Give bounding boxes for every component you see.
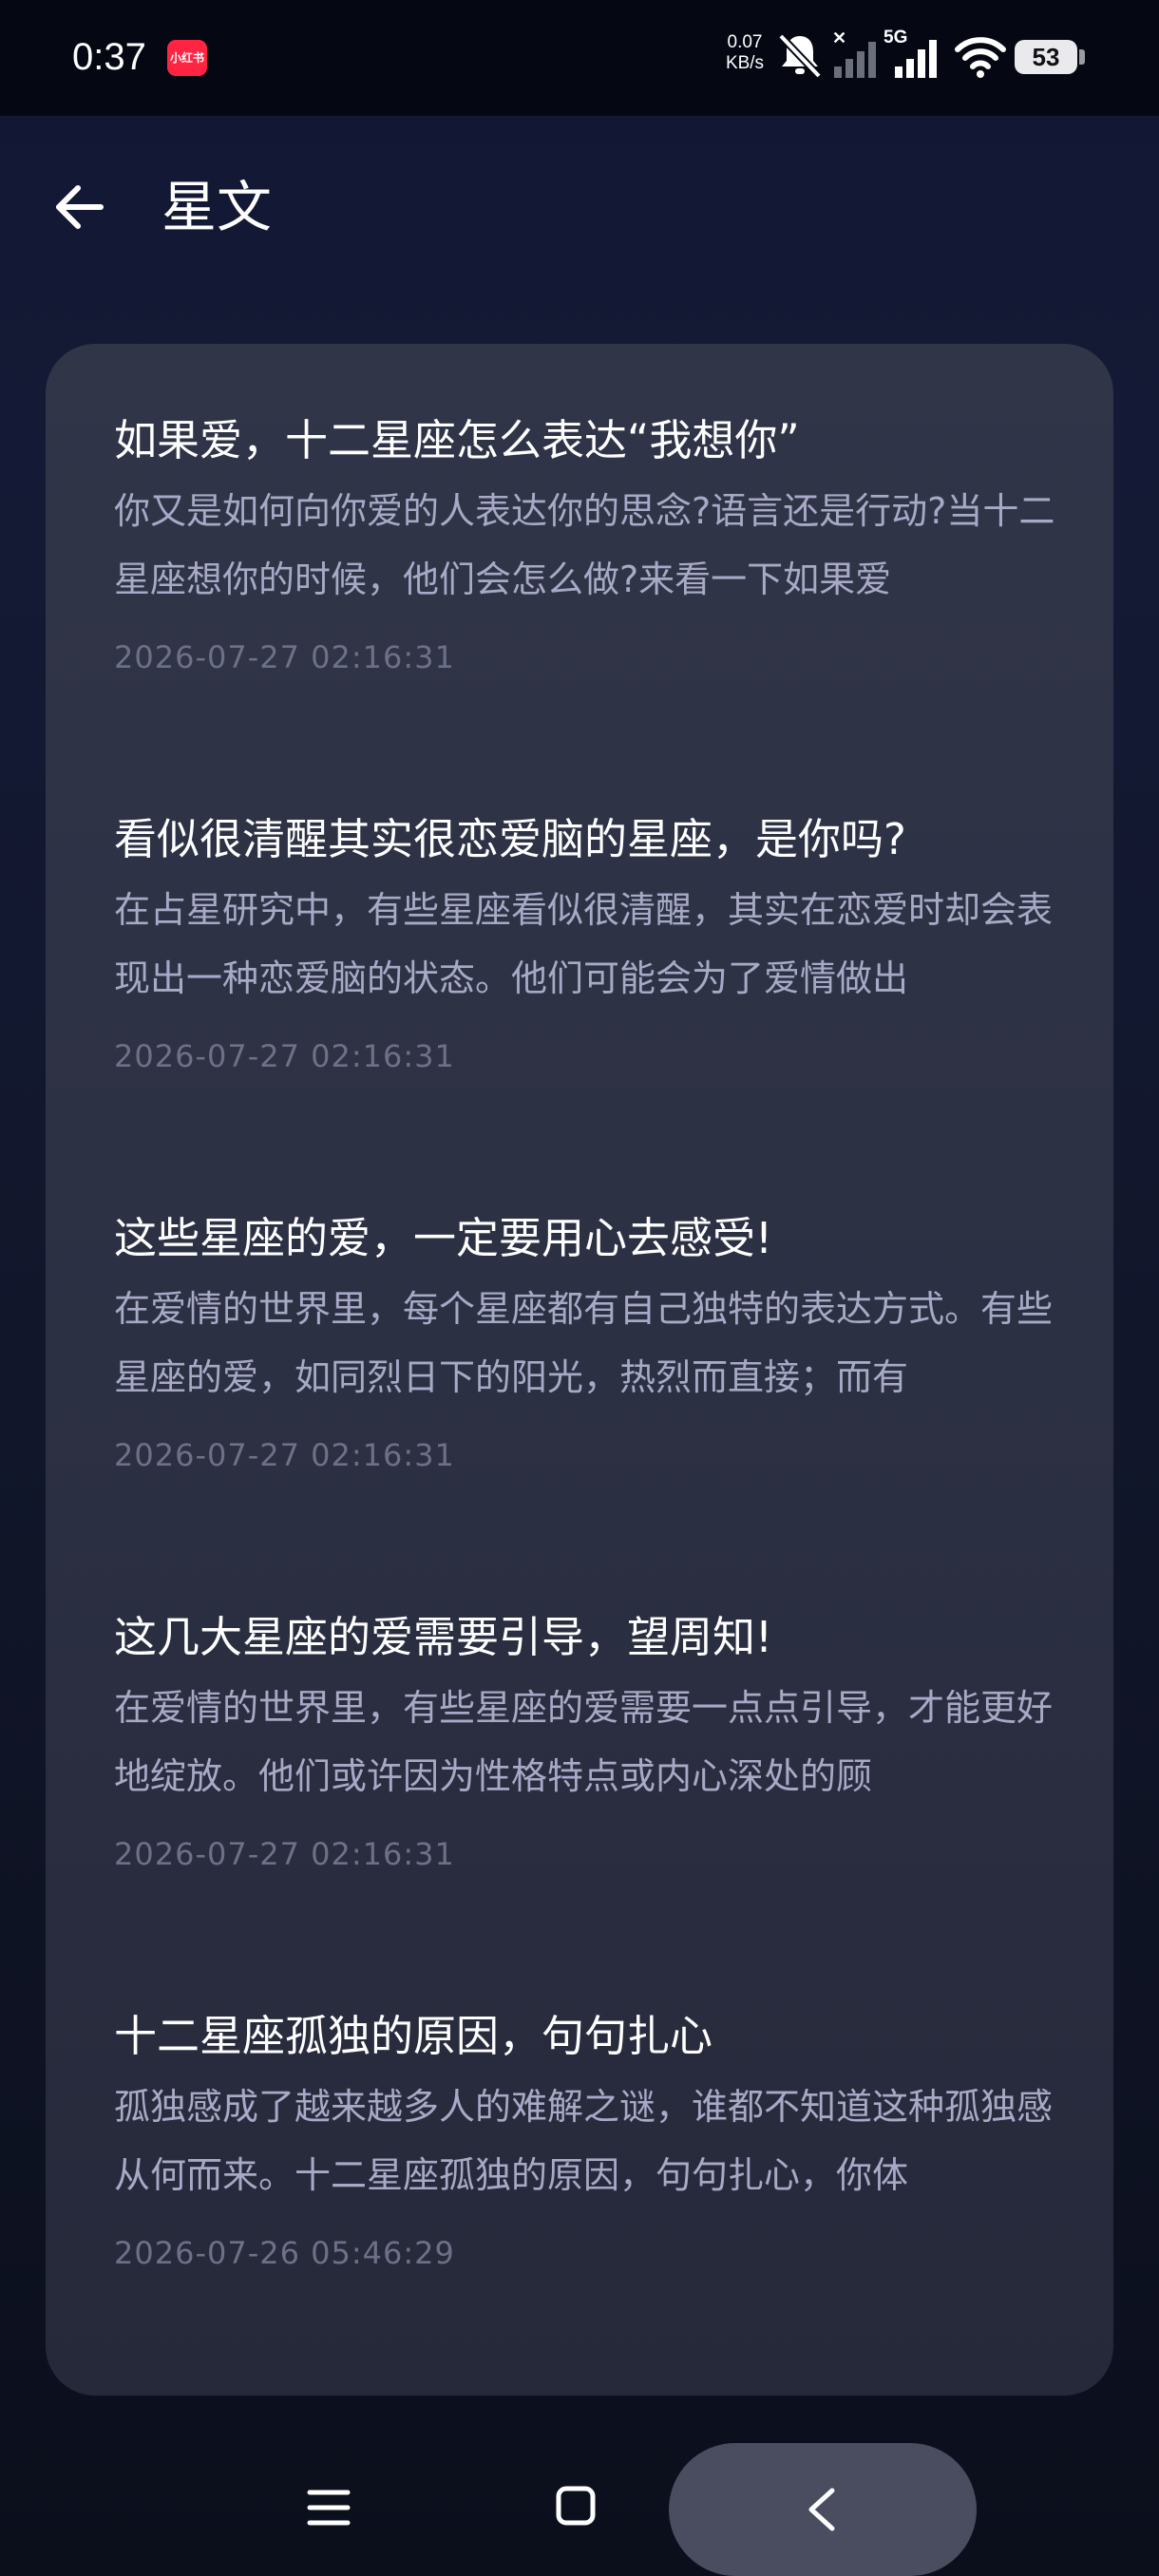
article-title: 看似很清醒其实很恋爱脑的星座，是你吗? bbox=[114, 814, 906, 864]
wifi-icon bbox=[955, 37, 1006, 78]
xiaohongshu-app-icon: 小红书 bbox=[167, 40, 207, 76]
svg-text:✕: ✕ bbox=[832, 28, 846, 47]
menu-icon[interactable] bbox=[306, 2487, 352, 2529]
network-speed-value: 0.07 bbox=[727, 32, 763, 52]
article-title: 这几大星座的爱需要引导，望周知! bbox=[114, 1612, 773, 1662]
home-square-icon[interactable] bbox=[555, 2485, 597, 2527]
article-list-card: 如果爱，十二星座怎么表达“我想你” 你又是如何向你爱的人表达你的思念?语言还是行… bbox=[46, 344, 1113, 2396]
status-bar: 0:37 小红书 0.07 KB/s ✕ 5G 53 bbox=[0, 0, 1159, 116]
article-date: 2026-07-27 02:16:31 bbox=[114, 1038, 455, 1074]
article-date: 2026-07-26 05:46:29 bbox=[114, 2235, 455, 2271]
network-speed: 0.07 KB/s bbox=[718, 32, 771, 74]
article-summary: 在占星研究中，有些星座看似很清醒，其实在恋爱时却会表现出一种恋爱脑的状态。他们可… bbox=[114, 889, 1054, 999]
article-date: 2026-07-27 02:16:31 bbox=[114, 639, 455, 675]
article-summary: 在爱情的世界里，每个星座都有自己独特的表达方式。有些星座的爱，如同烈日下的阳光，… bbox=[114, 1288, 1054, 1398]
chevron-left-icon bbox=[808, 2488, 835, 2531]
battery-indicator: 53 bbox=[1015, 40, 1077, 74]
article-date: 2026-07-27 02:16:31 bbox=[114, 1836, 455, 1872]
article-title: 十二星座孤独的原因，句句扎心 bbox=[114, 2011, 713, 2061]
article-summary: 在爱情的世界里，有些星座的爱需要一点点引导，才能更好地绽放。他们或许因为性格特点… bbox=[114, 1687, 1054, 1797]
status-time: 0:37 bbox=[72, 36, 146, 78]
bell-muted-icon bbox=[778, 33, 822, 79]
battery-cap bbox=[1079, 49, 1085, 65]
network-speed-unit: KB/s bbox=[725, 53, 765, 73]
signal-sim1-icon: ✕ bbox=[832, 28, 876, 78]
page-title: 星文 bbox=[162, 175, 273, 239]
article-title: 如果爱，十二星座怎么表达“我想你” bbox=[114, 415, 800, 465]
article-title: 这些星座的爱，一定要用心去感受! bbox=[114, 1213, 773, 1263]
article-summary: 孤独感成了越来越多人的难解之谜，谁都不知道这种孤独感从何而来。十二星座孤独的原因… bbox=[114, 2086, 1054, 2196]
nav-back-button[interactable] bbox=[669, 2443, 977, 2576]
article-date: 2026-07-27 02:16:31 bbox=[114, 1437, 455, 1473]
network-type-label: 5G bbox=[884, 28, 908, 47]
article-summary: 你又是如何向你爱的人表达你的思念?语言还是行动?当十二星座想你的时候，他们会怎么… bbox=[114, 490, 1055, 600]
back-arrow-icon[interactable] bbox=[49, 177, 110, 237]
